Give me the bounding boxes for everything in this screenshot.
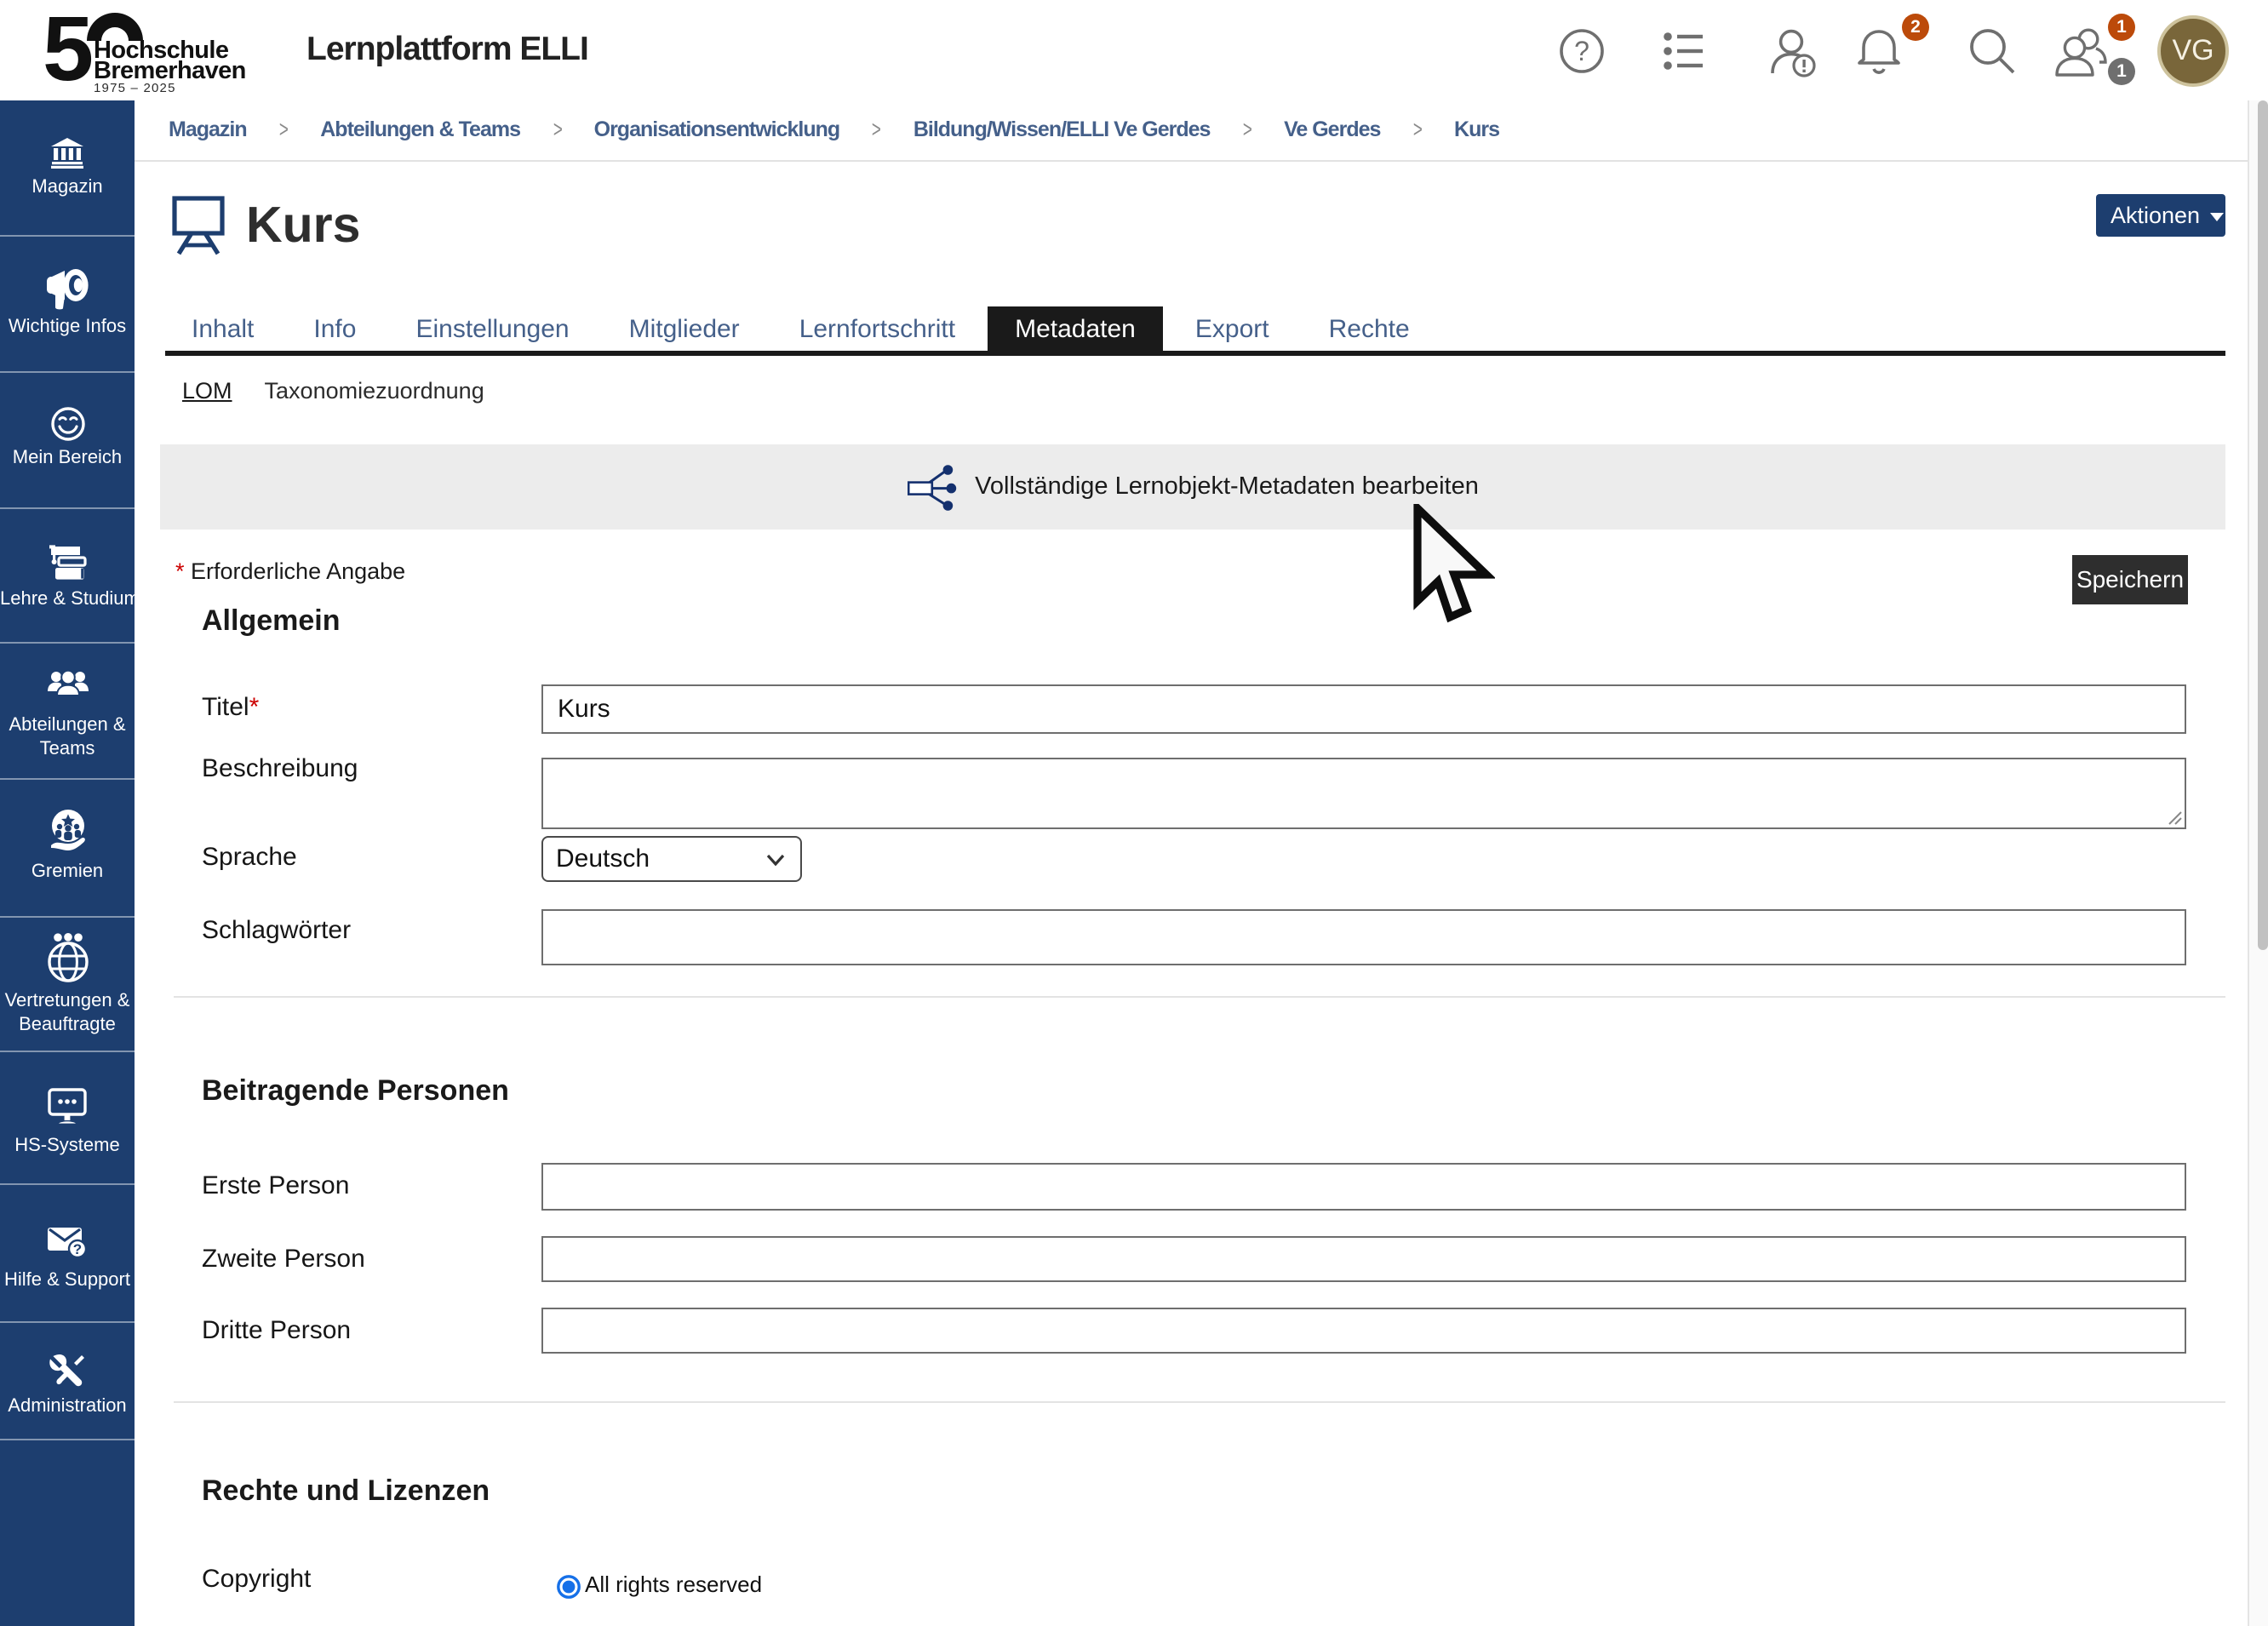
svg-text:?: ?	[1574, 35, 1589, 66]
svg-text:?: ?	[72, 1241, 81, 1257]
